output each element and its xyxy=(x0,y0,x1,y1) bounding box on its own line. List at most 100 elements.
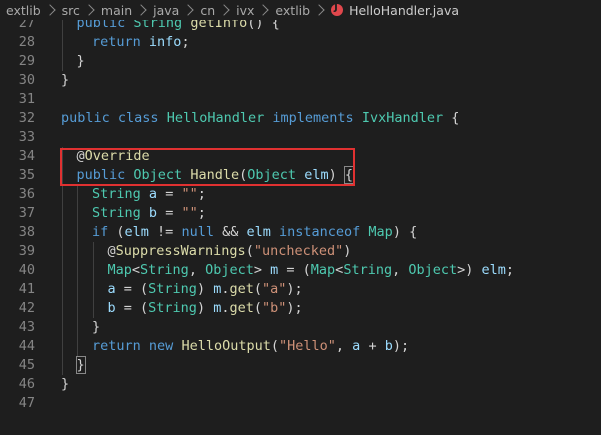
code-token: elm xyxy=(246,224,271,240)
code-token: if xyxy=(92,224,109,240)
code-token: ( xyxy=(245,243,254,259)
code-token: ; xyxy=(181,34,190,50)
code-token: "" xyxy=(181,205,198,221)
code-line[interactable]: 45} xyxy=(0,356,601,375)
code-line[interactable]: 31 xyxy=(0,90,601,109)
code-token: Object xyxy=(133,167,183,183)
line-number: 34 xyxy=(18,148,35,164)
code-line[interactable]: 40 Map<String, Object> m = (Map<String, O… xyxy=(0,261,601,280)
code-token: "a" xyxy=(262,281,287,297)
code-token: String xyxy=(140,262,189,278)
code-token: ( xyxy=(108,224,125,240)
code-line[interactable]: 29} xyxy=(0,52,601,71)
code-line[interactable]: 33 xyxy=(0,128,601,147)
code-token: "b" xyxy=(262,300,287,316)
code-line[interactable]: 42 b = (String) m.get("b"); xyxy=(0,299,601,318)
code-token: elm xyxy=(124,224,149,240)
code-token: ) xyxy=(196,300,214,316)
line-number: 33 xyxy=(18,129,35,145)
code-token: && xyxy=(213,224,247,240)
code-token: ; xyxy=(197,186,206,202)
code-line[interactable]: 36 String a = ""; xyxy=(0,185,601,204)
code-token: Map xyxy=(107,262,132,278)
chevron-right-icon xyxy=(257,4,270,16)
line-number: 35 xyxy=(18,167,35,183)
code-text: Map<String, Object> m = (Map<String, Obj… xyxy=(108,261,515,280)
code-line[interactable]: 44 return new HelloOutput("Hello", a + b)… xyxy=(0,337,601,356)
code-line[interactable]: 37 String b = ""; xyxy=(0,204,601,223)
line-number: 32 xyxy=(18,110,35,126)
code-text: @Override xyxy=(77,147,150,166)
code-token: >) xyxy=(457,262,482,278)
chevron-right-icon xyxy=(313,4,325,16)
breadcrumb-item-src[interactable]: src xyxy=(62,3,80,18)
code-token: > xyxy=(253,262,271,278)
code-token: HelloOutput xyxy=(181,338,271,354)
code-line[interactable]: 28 return info; xyxy=(0,33,601,52)
breadcrumb-item-java[interactable]: java xyxy=(153,3,179,18)
code-token: class xyxy=(117,110,159,126)
code-token: != xyxy=(148,224,182,240)
code-token: { xyxy=(443,110,460,126)
code-token: = ( xyxy=(278,262,311,278)
line-number: 45 xyxy=(18,357,35,373)
breadcrumb-file[interactable]: HelloHandler.java xyxy=(349,3,459,18)
code-token: get xyxy=(229,281,254,297)
chevron-right-icon xyxy=(43,4,56,16)
chevron-right-icon xyxy=(182,4,195,16)
code-token: public xyxy=(61,110,110,126)
code-line[interactable]: 39 @SuppressWarnings("unchecked") xyxy=(0,242,601,261)
line-number: 39 xyxy=(18,243,35,259)
code-token: ; xyxy=(197,205,206,221)
code-token: get xyxy=(229,300,254,316)
breadcrumb-item-extlib[interactable]: extlib xyxy=(6,3,41,18)
code-token: = ( xyxy=(115,281,149,297)
breadcrumb-item-cn[interactable]: cn xyxy=(200,3,215,18)
code-line[interactable]: 41 a = (String) m.get("a"); xyxy=(0,280,601,299)
code-line[interactable]: 46} xyxy=(0,375,601,394)
code-line[interactable]: 43} xyxy=(0,318,601,337)
chevron-right-icon xyxy=(218,4,230,16)
code-editor[interactable]: 27 public String getInfo() {28 return info… xyxy=(0,0,601,435)
code-token: ) xyxy=(328,167,345,183)
code-token: SuppressWarnings xyxy=(115,243,246,259)
code-token: "unchecked" xyxy=(253,243,344,259)
code-token: , xyxy=(392,262,409,278)
breadcrumb-item-extlib[interactable]: extlib xyxy=(275,3,310,18)
line-number: 43 xyxy=(18,319,35,335)
code-token: Map xyxy=(310,262,336,278)
code-token: < xyxy=(131,262,141,278)
line-number: 38 xyxy=(18,224,35,240)
code-line[interactable]: 34 @Override xyxy=(0,147,601,166)
breadcrumb: extlib src main java cn ivx extlib HelloHandler… xyxy=(0,0,601,20)
breadcrumb-item-main[interactable]: main xyxy=(101,3,132,18)
line-number: 46 xyxy=(18,376,35,392)
code-token: Object xyxy=(408,262,458,278)
code-line[interactable]: 38 if (elm != null && elm instanceof Map)… xyxy=(0,223,601,242)
code-token: ); xyxy=(286,281,303,297)
code-token: return xyxy=(92,34,141,50)
line-number: 47 xyxy=(18,395,35,411)
indent-guide xyxy=(62,147,63,375)
code-token: ) xyxy=(196,281,214,297)
code-token: instanceof xyxy=(279,224,361,240)
code-token: Map xyxy=(368,224,393,240)
code-line[interactable]: 32 public class HelloHandler implements I… xyxy=(0,109,601,128)
code-line[interactable]: 30} xyxy=(0,71,601,90)
code-line[interactable]: 47 xyxy=(0,394,601,413)
line-number: 29 xyxy=(18,53,35,69)
code-text: a = (String) m.get("a"); xyxy=(108,280,303,299)
line-number: 40 xyxy=(18,262,35,278)
code-line[interactable]: 35 public Object Handle(Object elm) { xyxy=(0,166,601,185)
line-number: 41 xyxy=(18,281,35,297)
code-token: String xyxy=(92,205,141,221)
code-token: ( xyxy=(253,300,263,316)
code-token: IvxHandler xyxy=(361,110,444,126)
chevron-right-icon xyxy=(135,4,147,16)
breadcrumb-item-ivx[interactable]: ivx xyxy=(236,3,254,18)
code-token: ) { xyxy=(392,224,418,240)
code-token: ( xyxy=(253,281,263,297)
